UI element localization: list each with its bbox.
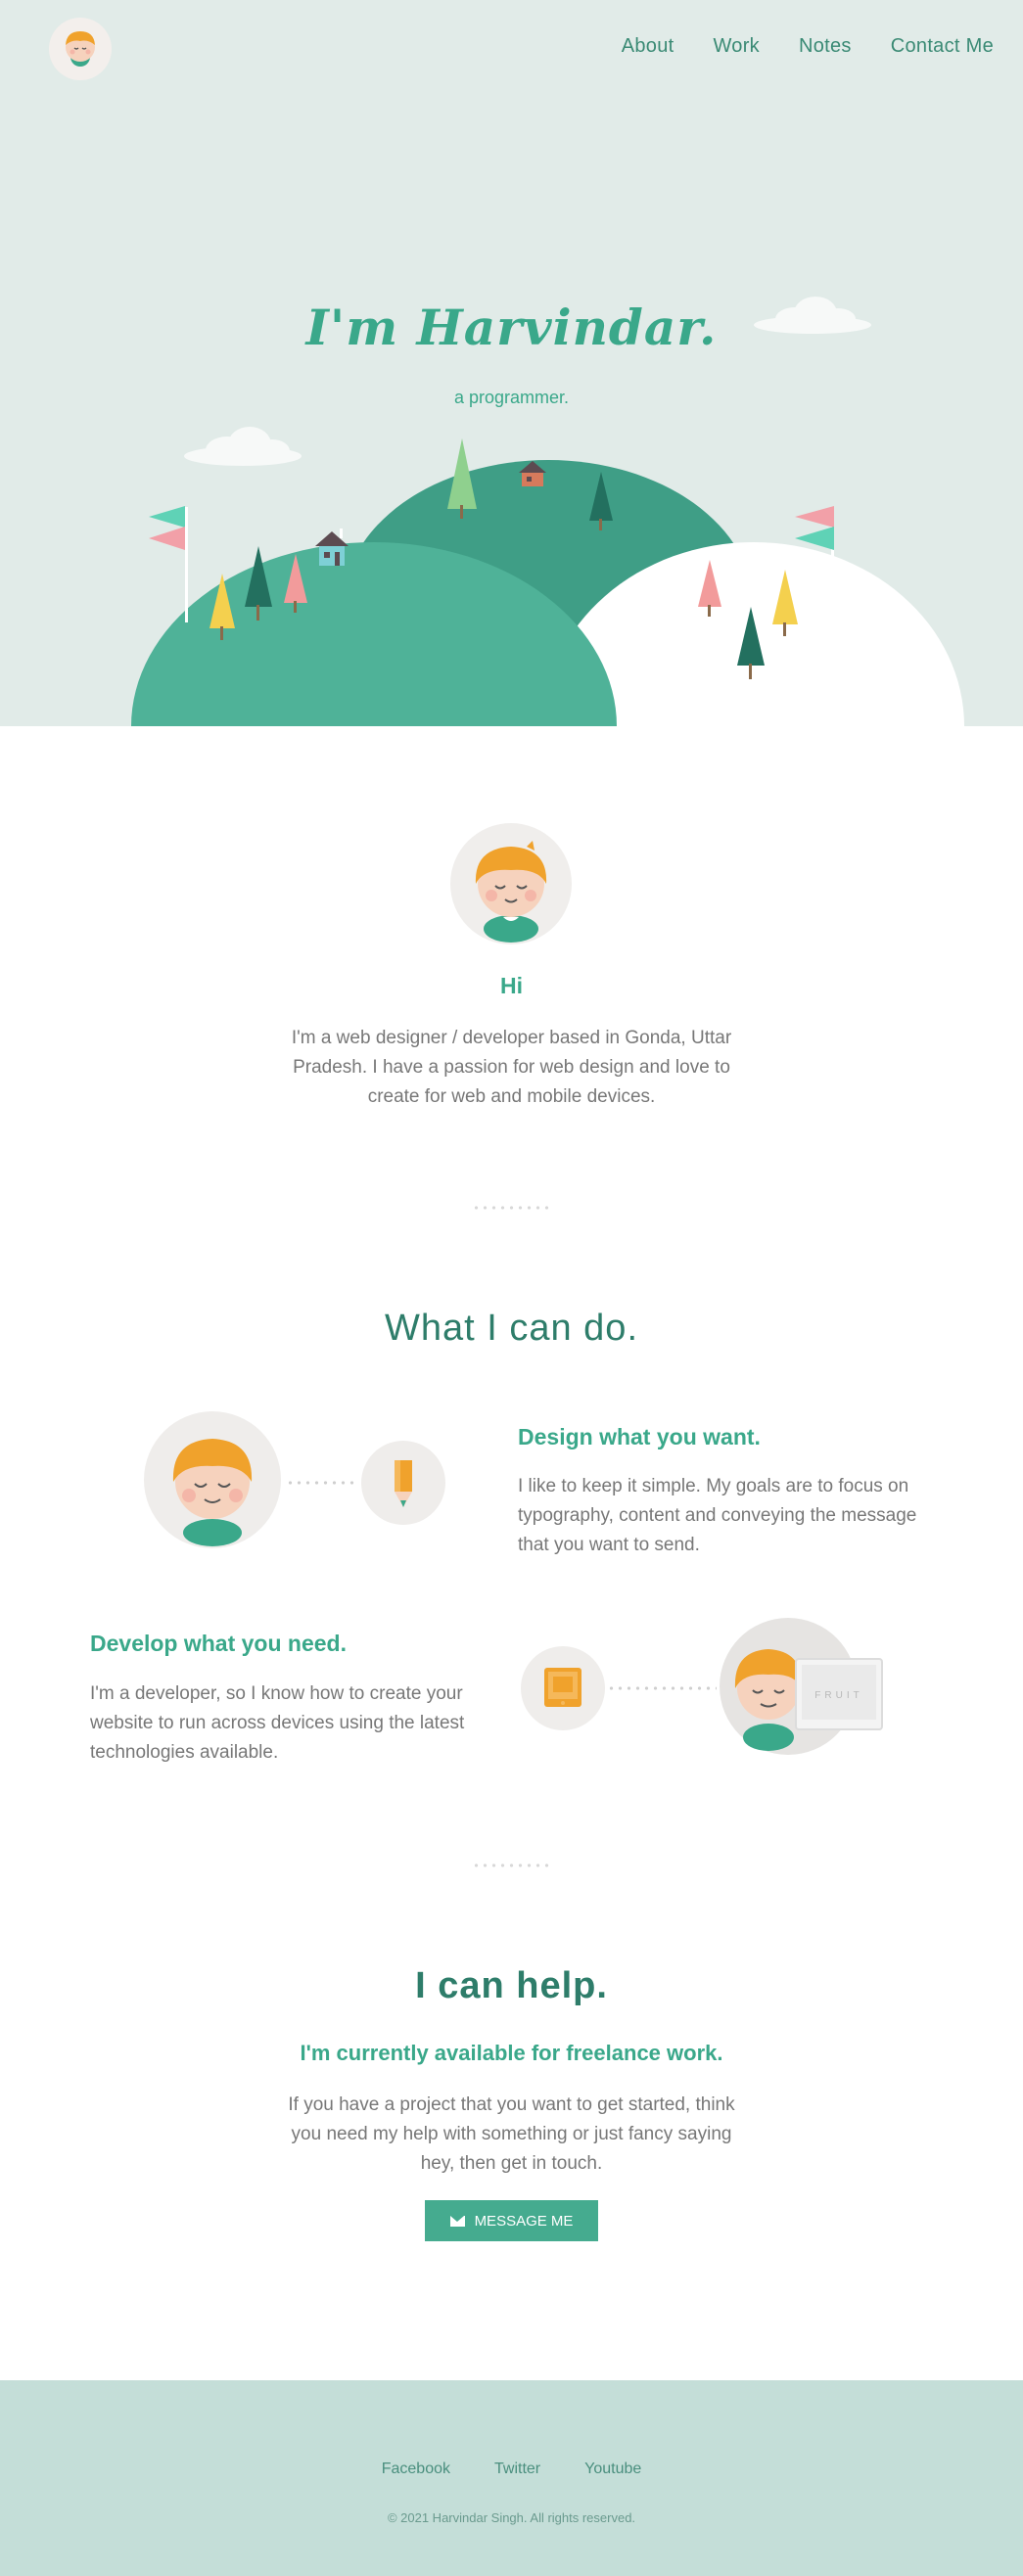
message-me-button[interactable]: MESSAGE ME <box>425 2200 598 2241</box>
about-text: I'm a web designer / developer based in … <box>291 1028 732 1107</box>
monitor-brand-label: FRUIT <box>814 1690 862 1701</box>
dotted-divider <box>472 1863 552 1867</box>
envelope-icon <box>449 2215 465 2227</box>
nav-item-notes[interactable]: Notes <box>799 35 852 58</box>
nav-item-work[interactable]: Work <box>713 35 760 58</box>
hills-illustration <box>131 297 964 726</box>
footer-links: Facebook Twitter Youtube <box>0 2461 1023 2478</box>
design-text: I like to keep it simple. My goals are t… <box>518 1476 917 1555</box>
tablet-icon <box>544 1668 581 1707</box>
flag-icon <box>149 506 188 622</box>
footer-link-youtube[interactable]: Youtube <box>584 2461 641 2478</box>
about-heading: Hi <box>500 973 523 998</box>
design-heading: Design what you want. <box>518 1424 761 1449</box>
develop-avatar: FRUIT <box>720 1618 883 1755</box>
copyright-text: © 2021 Harvindar Singh. All rights reser… <box>387 2510 636 2525</box>
dotted-divider <box>472 1206 552 1210</box>
house-icon <box>315 529 349 566</box>
contact-title: I can help. <box>415 1965 608 2006</box>
footer: Facebook Twitter Youtube © 2021 Harvinda… <box>0 2380 1023 2576</box>
contact-text: If you have a project that you want to g… <box>288 2094 735 2174</box>
about-avatar <box>450 823 572 944</box>
pencil-icon <box>395 1460 412 1507</box>
logo-avatar[interactable] <box>49 18 112 80</box>
dotted-connector <box>607 1686 717 1690</box>
boy-at-computer-icon: FRUIT <box>734 1649 883 1751</box>
main-nav: About Work Notes Contact Me <box>582 35 994 58</box>
contact-subtitle: I'm currently available for freelance wo… <box>300 2041 723 2065</box>
boy-face-icon <box>172 1439 253 1546</box>
dotted-connector <box>286 1481 358 1485</box>
develop-heading: Develop what you need. <box>90 1631 347 1656</box>
footer-link-twitter[interactable]: Twitter <box>494 2461 540 2478</box>
develop-text: I'm a developer, so I know how to create… <box>90 1683 465 1763</box>
tablet-badge <box>521 1646 605 1730</box>
design-avatar <box>144 1411 281 1548</box>
boy-face-icon <box>475 841 547 943</box>
cloud-icon <box>754 297 871 334</box>
boy-face-icon <box>66 31 95 67</box>
services-title: What I can do. <box>384 1308 638 1349</box>
nav-item-about[interactable]: About <box>622 35 674 58</box>
pencil-badge <box>361 1441 445 1525</box>
footer-link-facebook[interactable]: Facebook <box>382 2461 450 2478</box>
hero-section: About Work Notes Contact Me I'm Harvinda… <box>0 0 1023 726</box>
cloud-icon <box>184 427 302 466</box>
message-me-label: MESSAGE ME <box>474 2212 574 2230</box>
nav-item-contact[interactable]: Contact Me <box>891 35 994 58</box>
